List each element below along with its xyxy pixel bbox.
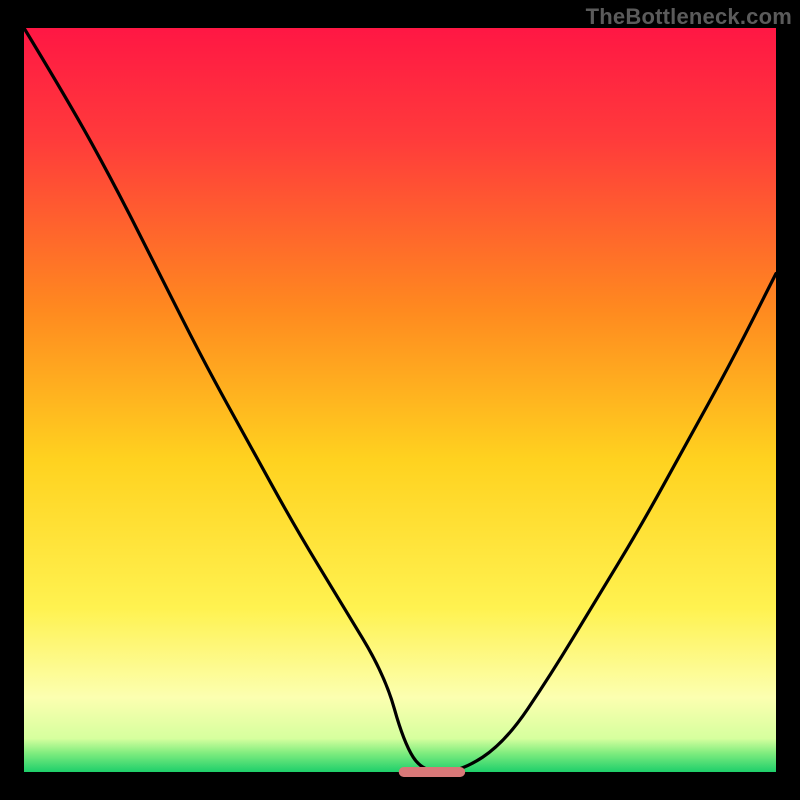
bottleneck-chart [0, 0, 800, 800]
chart-container: TheBottleneck.com [0, 0, 800, 800]
watermark-text: TheBottleneck.com [586, 4, 792, 30]
plot-area [24, 28, 776, 772]
